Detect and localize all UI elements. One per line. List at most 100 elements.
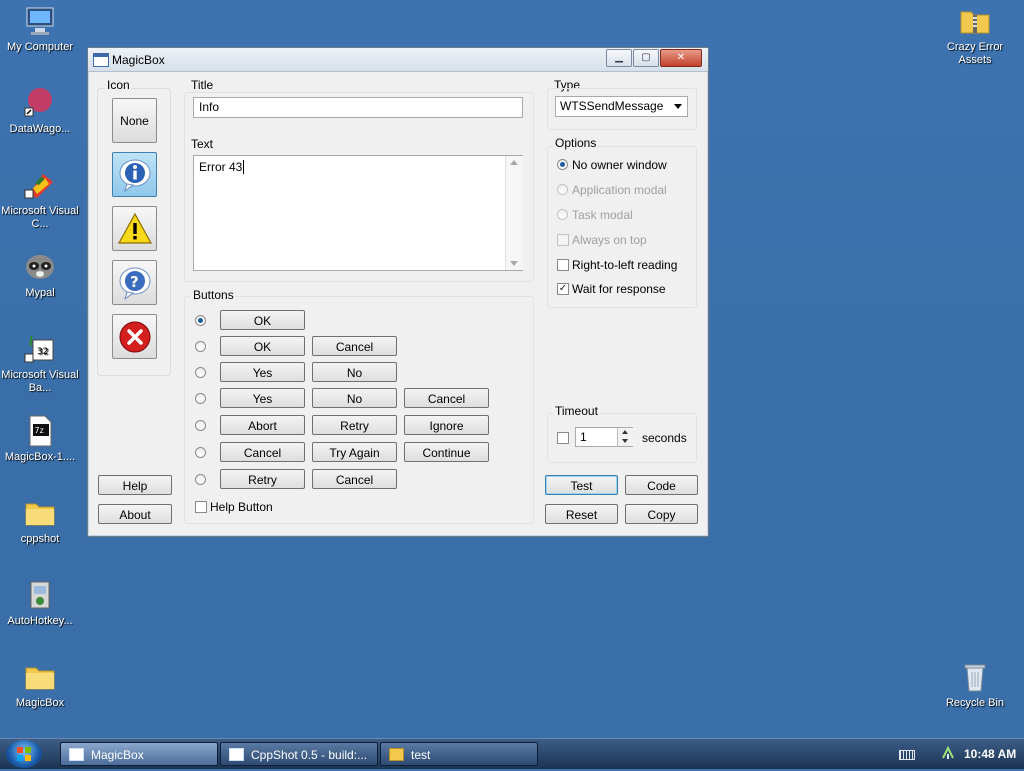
icon-error-button[interactable] bbox=[112, 314, 157, 359]
type-select[interactable]: WTSSendMessage bbox=[555, 96, 688, 117]
help-button[interactable]: Help bbox=[98, 475, 172, 495]
timeout-label: Timeout bbox=[553, 404, 600, 418]
taskbar-clock[interactable]: 10:48 AM bbox=[964, 747, 1016, 761]
preview-cancel-button[interactable]: Cancel bbox=[312, 336, 397, 356]
preview-continue-button[interactable]: Continue bbox=[404, 442, 489, 462]
desktop-icon-magicbox-folder[interactable]: MagicBox bbox=[0, 660, 80, 710]
desktop-icon-datawago[interactable]: DataWago... bbox=[0, 86, 80, 136]
desktop-icon-mypal[interactable]: Mypal bbox=[0, 250, 80, 300]
folder-icon bbox=[389, 748, 404, 761]
application-modal-radio[interactable] bbox=[557, 184, 568, 195]
title-label: Title bbox=[191, 78, 214, 92]
preview-cancel-button[interactable]: Cancel bbox=[312, 469, 397, 489]
spin-down-icon[interactable] bbox=[622, 439, 628, 443]
window-titlebar[interactable]: MagicBox ▁ ▢ ✕ bbox=[88, 48, 708, 72]
preview-yes-button[interactable]: Yes bbox=[220, 362, 305, 382]
desktop-icon-label: cppshot bbox=[20, 533, 60, 545]
preview-retry-button[interactable]: Retry bbox=[220, 469, 305, 489]
text-label: Text bbox=[191, 137, 214, 151]
always-on-top-label: Always on top bbox=[572, 233, 647, 247]
reset-button[interactable]: Reset bbox=[545, 504, 618, 524]
taskbar: MagicBox CppShot 0.5 - build:... test 10… bbox=[0, 738, 1024, 769]
buttons-radio-ok[interactable] bbox=[195, 315, 206, 326]
right-to-left-checkbox[interactable] bbox=[557, 259, 569, 271]
code-button[interactable]: Code bbox=[625, 475, 698, 495]
buttons-radio-retry-cancel[interactable] bbox=[195, 474, 206, 485]
maximize-button[interactable]: ▢ bbox=[633, 49, 659, 67]
warning-icon bbox=[117, 212, 152, 244]
desktop-icon-recycle-bin[interactable]: Recycle Bin bbox=[935, 660, 1015, 710]
copy-button[interactable]: Copy bbox=[625, 504, 698, 524]
desktop-icon-visual-c[interactable]: Microsoft Visual C... bbox=[0, 168, 80, 231]
icon-warning-button[interactable] bbox=[112, 206, 157, 251]
desktop-icon-my-computer[interactable]: My Computer bbox=[0, 4, 80, 54]
preview-yes-button[interactable]: Yes bbox=[220, 388, 305, 408]
scroll-down-arrow-icon[interactable] bbox=[510, 261, 518, 266]
desktop-icon-label: Mypal bbox=[25, 287, 55, 299]
minimize-button[interactable]: ▁ bbox=[606, 49, 632, 67]
keyboard-icon[interactable] bbox=[899, 750, 915, 760]
desktop-icon-visual-basic[interactable]: 32 Microsoft Visual Ba... bbox=[0, 332, 80, 395]
question-icon: ? bbox=[119, 267, 150, 300]
icon-information-button[interactable] bbox=[112, 152, 157, 197]
information-icon bbox=[119, 159, 150, 192]
start-button[interactable] bbox=[6, 740, 42, 768]
test-button[interactable]: Test bbox=[545, 475, 618, 495]
preview-retry-button[interactable]: Retry bbox=[312, 415, 397, 435]
preview-no-button[interactable]: No bbox=[312, 388, 397, 408]
visual-c-icon bbox=[24, 174, 53, 199]
window-title: MagicBox bbox=[112, 53, 165, 67]
preview-cancel-button[interactable]: Cancel bbox=[220, 442, 305, 462]
no-owner-window-label: No owner window bbox=[572, 158, 667, 172]
taskbar-item-cppshot[interactable]: CppShot 0.5 - build:... bbox=[220, 742, 378, 766]
help-button-checkbox[interactable] bbox=[195, 501, 207, 513]
timeout-checkbox[interactable] bbox=[557, 432, 569, 444]
icon-none-label: None bbox=[120, 113, 149, 128]
window-app-icon bbox=[69, 748, 84, 761]
network-icon[interactable] bbox=[941, 745, 955, 760]
always-on-top-checkbox[interactable] bbox=[557, 234, 569, 246]
preview-ok-button[interactable]: OK bbox=[220, 336, 305, 356]
task-modal-radio[interactable] bbox=[557, 209, 568, 220]
desktop-icon-autohotkey[interactable]: AutoHotkey... bbox=[0, 578, 80, 628]
preview-try-again-button[interactable]: Try Again bbox=[312, 442, 397, 462]
help-button-checkbox-label: Help Button bbox=[210, 500, 273, 514]
desktop-icon-magicbox-archive[interactable]: 7z MagicBox-1.... bbox=[0, 414, 80, 464]
preview-ignore-button[interactable]: Ignore bbox=[404, 415, 489, 435]
desktop-icon-label: Microsoft Visual C... bbox=[1, 205, 79, 230]
options-label: Options bbox=[553, 136, 599, 150]
about-button[interactable]: About bbox=[98, 504, 172, 524]
buttons-radio-abort-retry-ignore[interactable] bbox=[195, 420, 206, 431]
buttons-radio-cancel-tryagain-continue[interactable] bbox=[195, 447, 206, 458]
no-owner-window-radio[interactable] bbox=[557, 159, 568, 170]
task-modal-label: Task modal bbox=[572, 208, 633, 222]
text-area[interactable]: Error 43 bbox=[193, 155, 523, 271]
window-app-icon bbox=[93, 53, 109, 67]
title-input[interactable]: Info bbox=[193, 97, 523, 118]
preview-abort-button[interactable]: Abort bbox=[220, 415, 305, 435]
svg-text:?: ? bbox=[130, 273, 139, 291]
icon-none-button[interactable]: None bbox=[112, 98, 157, 143]
preview-ok-button[interactable]: OK bbox=[220, 310, 305, 330]
archive-7z-icon: 7z bbox=[29, 415, 52, 447]
text-area-value: Error 43 bbox=[199, 160, 243, 174]
buttons-radio-yes-no[interactable] bbox=[195, 367, 206, 378]
desktop-icon-label: MagicBox bbox=[15, 697, 65, 709]
close-button[interactable]: ✕ bbox=[660, 49, 702, 67]
spin-up-icon[interactable] bbox=[622, 430, 628, 434]
buttons-radio-ok-cancel[interactable] bbox=[195, 341, 206, 352]
desktop-icon-cppshot[interactable]: cppshot bbox=[0, 496, 80, 546]
desktop-icon-crazy-error-assets[interactable]: Crazy Error Assets bbox=[935, 4, 1015, 67]
preview-no-button[interactable]: No bbox=[312, 362, 397, 382]
timeout-spinner[interactable] bbox=[617, 428, 633, 446]
desktop-icon-label: AutoHotkey... bbox=[7, 615, 73, 627]
text-area-scrollbar[interactable] bbox=[505, 156, 523, 270]
scroll-up-arrow-icon[interactable] bbox=[510, 160, 518, 165]
buttons-radio-yes-no-cancel[interactable] bbox=[195, 393, 206, 404]
taskbar-item-magicbox[interactable]: MagicBox bbox=[60, 742, 218, 766]
icon-question-button[interactable]: ? bbox=[112, 260, 157, 305]
chevron-down-icon bbox=[674, 104, 682, 109]
preview-cancel-button[interactable]: Cancel bbox=[404, 388, 489, 408]
taskbar-item-test[interactable]: test bbox=[380, 742, 538, 766]
wait-for-response-checkbox[interactable]: ✓ bbox=[557, 283, 569, 295]
